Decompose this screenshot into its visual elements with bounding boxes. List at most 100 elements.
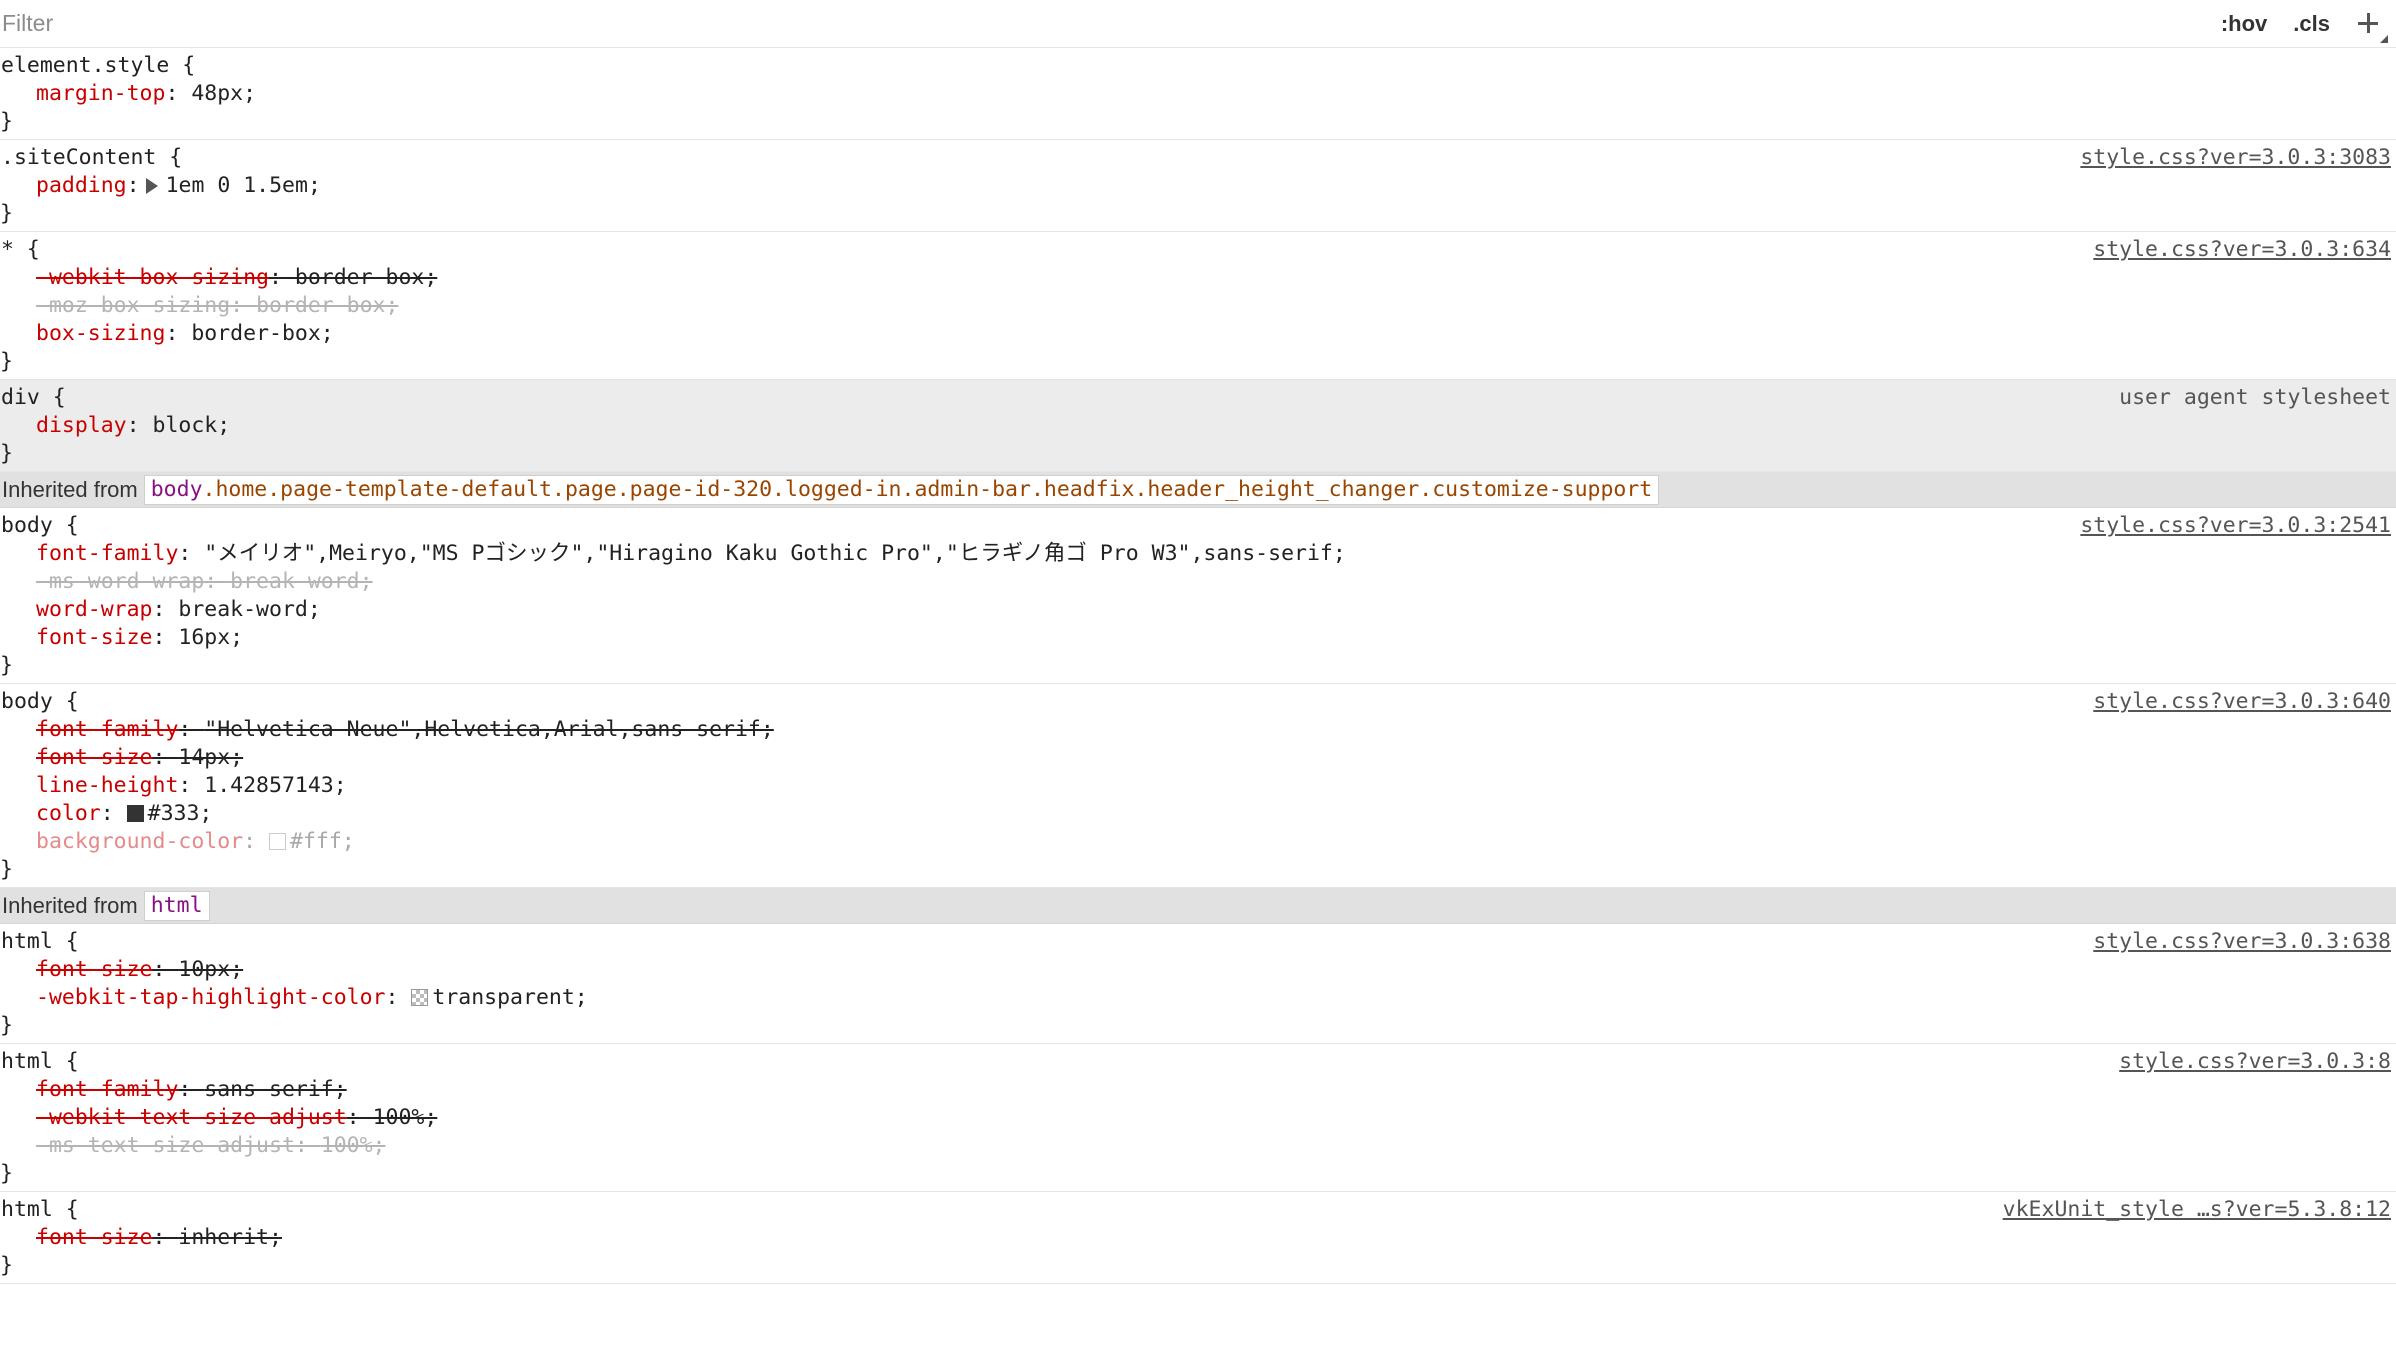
property-value[interactable]: border-box; (256, 293, 398, 318)
rule-html-vkexunit: html { vkExUnit_style …s?ver=5.3.8:12 fo… (0, 1192, 2396, 1284)
property-value[interactable]: 16px; (178, 625, 243, 650)
property-name[interactable]: -ms-word-wrap (36, 569, 204, 594)
property-name[interactable]: -moz-box-sizing (36, 293, 230, 318)
colon: : (346, 1105, 373, 1130)
property-name[interactable]: word-wrap (36, 597, 153, 622)
color-swatch-fff[interactable] (269, 833, 286, 850)
property-value[interactable]: inherit; (178, 1225, 282, 1250)
declaration[interactable]: box-sizing: border-box; (0, 320, 2396, 348)
cls-toggle-button[interactable]: .cls (2293, 11, 2330, 37)
property-name[interactable]: -webkit-text-size-adjust (36, 1105, 347, 1130)
colon: : (100, 801, 127, 826)
declaration[interactable]: -moz-box-sizing: border-box; (0, 292, 2396, 320)
color-swatch-333[interactable] (126, 805, 144, 822)
rule-selector[interactable]: html { (0, 928, 2396, 956)
rule-selector[interactable]: .siteContent { (0, 144, 2396, 172)
source-link[interactable]: style.css?ver=3.0.3:8 (2119, 1048, 2391, 1076)
property-name[interactable]: font-size (36, 1225, 153, 1250)
declaration[interactable]: font-family: "Helvetica Neue",Helvetica,… (0, 716, 2396, 744)
inherited-from-html-header: Inherited from html (0, 888, 2396, 924)
property-name[interactable]: margin-top (36, 81, 165, 106)
rule-selector[interactable]: body { (0, 688, 2396, 716)
rule-selector[interactable]: element.style { (0, 52, 2396, 80)
colon: : (294, 1133, 321, 1158)
property-name[interactable]: line-height (36, 773, 178, 798)
property-value[interactable]: break-word; (178, 597, 320, 622)
property-value[interactable]: #333; (148, 801, 213, 826)
property-name[interactable]: font-family (36, 1077, 178, 1102)
declaration[interactable]: margin-top: 48px; (0, 80, 2396, 108)
property-value[interactable]: break-word; (230, 569, 372, 594)
corner-triangle-icon (2380, 34, 2388, 43)
node-tag: body (150, 476, 203, 502)
source-link[interactable]: style.css?ver=3.0.3:2541 (2080, 512, 2391, 540)
property-name[interactable]: font-size (36, 957, 153, 982)
property-name[interactable]: font-size (36, 745, 153, 770)
declaration[interactable]: word-wrap: break-word; (0, 596, 2396, 624)
property-value[interactable]: 100%; (373, 1105, 438, 1130)
rule-element-style: element.style { margin-top: 48px; } (0, 48, 2396, 140)
color-swatch-transparent[interactable] (411, 989, 429, 1006)
property-value[interactable]: 100%; (321, 1133, 386, 1158)
declaration: display: block; (0, 412, 2396, 440)
declaration[interactable]: font-family: "メイリオ",Meiryo,"MS Pゴシック","H… (0, 540, 2396, 568)
source-link[interactable]: style.css?ver=3.0.3:638 (2093, 928, 2391, 956)
property-value[interactable]: border-box; (191, 321, 333, 346)
inherited-node-link[interactable]: html (143, 890, 210, 921)
source-link[interactable]: style.css?ver=3.0.3:3083 (2080, 144, 2391, 172)
property-name[interactable]: color (36, 801, 101, 826)
declaration[interactable]: -webkit-box-sizing: border-box; (0, 264, 2396, 292)
property-value[interactable]: 1em 0 1.5em; (166, 173, 321, 198)
hov-toggle-button[interactable]: :hov (2221, 11, 2267, 37)
property-value[interactable]: 14px; (178, 745, 243, 770)
property-value[interactable]: border-box; (295, 265, 437, 290)
rule-selector[interactable]: * { (0, 236, 2396, 264)
declaration[interactable]: -ms-text-size-adjust: 100%; (0, 1132, 2396, 1160)
property-name[interactable]: -ms-text-size-adjust (36, 1133, 295, 1158)
property-value[interactable]: 1.42857143; (204, 773, 346, 798)
declaration[interactable]: color: #333; (0, 800, 2396, 828)
property-name[interactable]: padding (36, 173, 127, 198)
source-link[interactable]: style.css?ver=3.0.3:640 (2093, 688, 2391, 716)
property-value[interactable]: 10px; (178, 957, 243, 982)
plus-icon[interactable] (2356, 11, 2388, 43)
rule-selector[interactable]: body { (0, 512, 2396, 540)
rule-close-brace: } (0, 1013, 13, 1038)
colon: : (269, 265, 295, 290)
property-name[interactable]: font-size (36, 625, 153, 650)
declaration[interactable]: -webkit-tap-highlight-color: transparent… (0, 984, 2396, 1012)
property-value[interactable]: "Helvetica Neue",Helvetica,Arial,sans-se… (204, 717, 774, 742)
declaration[interactable]: font-size: inherit; (0, 1224, 2396, 1252)
property-value: block; (152, 413, 231, 438)
property-name[interactable]: -webkit-box-sizing (36, 265, 269, 290)
inherited-node-link[interactable]: body.home.page-template-default.page.pag… (143, 474, 1660, 505)
declaration[interactable]: line-height: 1.42857143; (0, 772, 2396, 800)
colon: : (126, 413, 153, 438)
property-value[interactable]: "メイリオ",Meiryo,"MS Pゴシック","Hiragino Kaku … (204, 541, 1346, 566)
expand-shorthand-icon[interactable] (145, 178, 158, 194)
declaration[interactable]: padding: 1em 0 1.5em; (0, 172, 2396, 200)
property-name[interactable]: background-color (36, 829, 243, 854)
rule-selector[interactable]: html { (0, 1048, 2396, 1076)
declaration[interactable]: font-family: sans-serif; (0, 1076, 2396, 1104)
declaration[interactable]: font-size: 10px; (0, 956, 2396, 984)
property-value[interactable]: 48px; (191, 81, 256, 106)
declaration[interactable]: font-size: 16px; (0, 624, 2396, 652)
inherited-from-body-header: Inherited from body.home.page-template-d… (0, 472, 2396, 508)
property-name[interactable]: -webkit-tap-highlight-color (36, 985, 386, 1010)
source-link[interactable]: style.css?ver=3.0.3:634 (2093, 236, 2391, 264)
source-link[interactable]: vkExUnit_style …s?ver=5.3.8:12 (2003, 1196, 2391, 1224)
property-name[interactable]: box-sizing (36, 321, 165, 346)
rule-close-brace: } (0, 441, 13, 466)
property-name[interactable]: font-family (36, 541, 178, 566)
declaration[interactable]: font-size: 14px; (0, 744, 2396, 772)
filter-input[interactable] (2, 10, 802, 37)
declaration[interactable]: -ms-word-wrap: break-word; (0, 568, 2396, 596)
property-value[interactable]: transparent; (432, 985, 587, 1010)
colon: : (178, 1077, 205, 1102)
property-value[interactable]: #fff; (290, 829, 355, 854)
property-value[interactable]: sans-serif; (204, 1077, 346, 1102)
declaration[interactable]: background-color: #fff; (0, 828, 2396, 856)
property-name[interactable]: font-family (36, 717, 178, 742)
declaration[interactable]: -webkit-text-size-adjust: 100%; (0, 1104, 2396, 1132)
